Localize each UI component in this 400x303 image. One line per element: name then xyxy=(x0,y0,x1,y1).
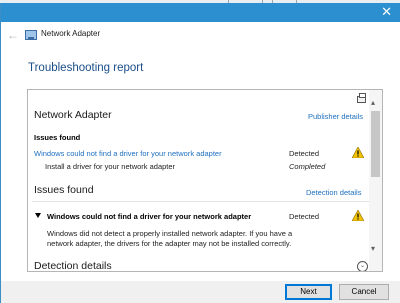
warning-icon xyxy=(352,147,364,158)
publisher-details-link[interactable]: Publisher details xyxy=(308,112,363,121)
collapse-arrow-icon[interactable] xyxy=(35,213,41,218)
fix-status: Completed xyxy=(289,162,326,171)
close-icon[interactable]: ✕ xyxy=(381,5,392,19)
printer-icon[interactable] xyxy=(357,93,366,103)
page-title: Troubleshooting report xyxy=(28,62,144,74)
cancel-button[interactable]: Cancel xyxy=(339,284,389,300)
chevron-down-icon[interactable]: ⌄ xyxy=(357,261,368,271)
window-title: Network Adapter xyxy=(41,29,101,38)
scroll-up-icon[interactable]: ▴ xyxy=(371,98,375,107)
issue-status-2: Detected xyxy=(289,212,320,221)
issue-link-driver[interactable]: Windows could not find a driver for your… xyxy=(34,149,222,158)
issue-status: Detected xyxy=(289,149,320,158)
warning-icon xyxy=(352,210,364,221)
divider xyxy=(32,201,370,202)
back-arrow-icon[interactable]: ← xyxy=(7,28,19,42)
issue-description-line2: network adapter, the drivers for the ada… xyxy=(47,239,292,248)
detection-details-link[interactable]: Detection details xyxy=(306,188,361,197)
fix-text: Install a driver for your network adapte… xyxy=(45,162,176,171)
issues-found-subheading: Issues found xyxy=(34,133,81,142)
scroll-thumb[interactable] xyxy=(371,111,380,177)
report-panel[interactable]: Network Adapter Publisher details Issues… xyxy=(27,89,383,272)
vertical-scrollbar[interactable]: ▴ ▾ xyxy=(369,90,382,271)
section-title-network-adapter: Network Adapter xyxy=(34,109,112,121)
network-adapter-icon xyxy=(25,30,37,40)
section-title-detection-details: Detection details xyxy=(34,260,112,272)
section-title-issues-found: Issues found xyxy=(34,184,94,196)
issue-description-line1: Windows did not detect a properly instal… xyxy=(47,229,293,238)
next-button[interactable]: Next xyxy=(285,284,332,300)
title-bar: ✕ xyxy=(1,3,400,22)
navigation-row: ← Network Adapter xyxy=(1,22,400,49)
troubleshooter-window: ✕ ← Network Adapter Troubleshooting repo… xyxy=(0,3,400,303)
issue-title-driver[interactable]: Windows could not find a driver for your… xyxy=(47,212,251,221)
scroll-down-icon[interactable]: ▾ xyxy=(371,244,375,253)
